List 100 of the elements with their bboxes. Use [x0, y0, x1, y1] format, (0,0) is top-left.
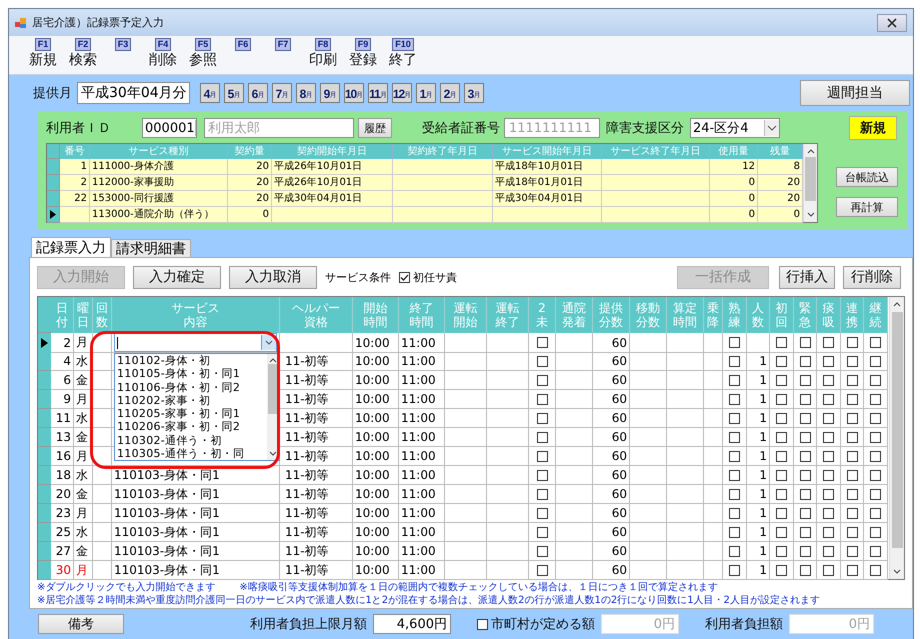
checkbox[interactable]	[800, 470, 810, 480]
dropdown-item[interactable]: 110106-身体・初・同2	[117, 380, 267, 394]
scroll-up-icon[interactable]	[268, 356, 278, 364]
checkbox[interactable]	[870, 394, 881, 404]
checkbox[interactable]	[800, 564, 810, 576]
checkbox[interactable]	[846, 546, 858, 556]
checkbox[interactable]	[536, 432, 548, 442]
checkbox[interactable]	[800, 356, 810, 366]
scroll-down-icon[interactable]	[806, 211, 816, 219]
checkbox[interactable]	[800, 508, 810, 518]
month-field[interactable]: 平成30年04月分	[77, 82, 190, 104]
checkbox[interactable]	[536, 412, 548, 424]
checkbox[interactable]	[729, 488, 740, 500]
dropdown-item[interactable]: 110205-家事・初・同1	[117, 407, 267, 420]
scroll-up-icon[interactable]	[892, 300, 902, 308]
checkbox[interactable]	[800, 546, 810, 556]
scroll-down-icon[interactable]	[892, 568, 902, 576]
checkbox[interactable]	[846, 450, 858, 462]
checkbox[interactable]	[729, 470, 740, 480]
checkbox[interactable]	[776, 450, 787, 462]
checkbox[interactable]	[870, 450, 881, 462]
action-button[interactable]: 行挿入	[779, 266, 835, 288]
checkbox[interactable]	[823, 356, 834, 366]
checkbox[interactable]	[823, 450, 834, 462]
checkbox[interactable]	[823, 564, 834, 576]
weekly-button[interactable]: 週間担当	[800, 80, 910, 106]
checkbox[interactable]	[776, 526, 787, 538]
checkbox[interactable]	[800, 432, 810, 442]
checkbox[interactable]	[536, 546, 548, 556]
dropdown-item[interactable]: 110102-身体・初	[117, 354, 267, 368]
checkbox[interactable]	[870, 412, 881, 424]
toolbar-button[interactable]: F5 参照	[183, 38, 223, 74]
checkbox[interactable]	[729, 564, 740, 576]
tab[interactable]: 請求明細書	[111, 239, 191, 257]
checkbox[interactable]	[823, 394, 834, 404]
side-button[interactable]: 再計算	[836, 197, 898, 217]
checkbox[interactable]	[870, 546, 881, 556]
toolbar-button[interactable]: F10 終了	[383, 38, 423, 74]
dropdown-item[interactable]: 110206-家事・初・同2	[117, 420, 267, 434]
checkbox[interactable]	[776, 470, 787, 480]
checkbox[interactable]	[776, 564, 787, 576]
checkbox[interactable]	[870, 337, 881, 348]
action-button[interactable]: 行削除	[843, 266, 901, 288]
checkbox[interactable]	[729, 356, 740, 366]
checkbox[interactable]	[776, 508, 787, 518]
checkbox[interactable]	[800, 526, 810, 538]
scroll-up-icon[interactable]	[806, 147, 816, 155]
toolbar-button[interactable]: F8 印刷	[303, 38, 343, 74]
checkbox[interactable]	[823, 470, 834, 480]
checkbox[interactable]	[729, 526, 740, 538]
dropdown-item[interactable]: 110305-通伴う・初・同	[117, 447, 267, 460]
checkbox[interactable]	[536, 394, 548, 404]
row-header[interactable]	[47, 207, 60, 223]
checkbox[interactable]	[776, 488, 787, 500]
checkbox[interactable]	[870, 526, 881, 538]
checkbox[interactable]	[870, 374, 881, 386]
checkbox[interactable]	[800, 412, 810, 424]
checkbox[interactable]	[846, 488, 858, 500]
checkbox[interactable]	[870, 488, 881, 500]
checkbox[interactable]	[800, 450, 810, 462]
checkbox[interactable]	[536, 450, 548, 462]
toolbar-button[interactable]: F3	[103, 38, 143, 74]
toolbar-button[interactable]: F6	[223, 38, 263, 74]
checkbox[interactable]	[729, 412, 740, 424]
checkbox[interactable]	[823, 412, 834, 424]
checkbox[interactable]	[823, 374, 834, 386]
checkbox[interactable]	[800, 337, 810, 348]
history-button[interactable]: 履歴	[358, 118, 392, 138]
toolbar-button[interactable]: F4 削除	[143, 38, 183, 74]
checkbox[interactable]	[776, 337, 787, 348]
checkbox[interactable]	[536, 488, 548, 500]
tab[interactable]: 記録票入力	[31, 237, 111, 257]
checkbox[interactable]	[536, 526, 548, 538]
checkbox[interactable]	[846, 470, 858, 480]
checkbox[interactable]	[729, 508, 740, 518]
checkbox[interactable]	[870, 508, 881, 518]
close-button[interactable]	[877, 14, 907, 32]
checkbox[interactable]	[870, 356, 881, 366]
action-button[interactable]: 入力取消	[229, 266, 317, 288]
toolbar-button[interactable]: F9 登録	[343, 38, 383, 74]
checkbox[interactable]	[846, 337, 858, 348]
checkbox[interactable]	[800, 394, 810, 404]
support-class-combo[interactable]: 24-区分4	[690, 118, 780, 138]
checkbox[interactable]	[536, 337, 548, 348]
checkbox[interactable]	[823, 546, 834, 556]
checkbox[interactable]	[846, 508, 858, 518]
checkbox[interactable]	[399, 272, 410, 282]
checkbox[interactable]	[823, 526, 834, 538]
side-button[interactable]: 台帳読込	[836, 167, 898, 187]
dropdown-item[interactable]: 110202-家事・初	[117, 394, 267, 408]
checkbox[interactable]	[870, 432, 881, 442]
checkbox[interactable]	[776, 356, 787, 366]
checkbox[interactable]	[536, 356, 548, 366]
toolbar-button[interactable]: F1 新規	[23, 38, 63, 74]
memo-button[interactable]: 備考	[38, 614, 124, 634]
checkbox[interactable]	[846, 394, 858, 404]
checkbox[interactable]	[776, 412, 787, 424]
dropdown-item[interactable]: 110302-通伴う・初	[117, 434, 267, 448]
toolbar-button[interactable]: F2 検索	[63, 38, 103, 74]
checkbox[interactable]	[870, 470, 881, 480]
